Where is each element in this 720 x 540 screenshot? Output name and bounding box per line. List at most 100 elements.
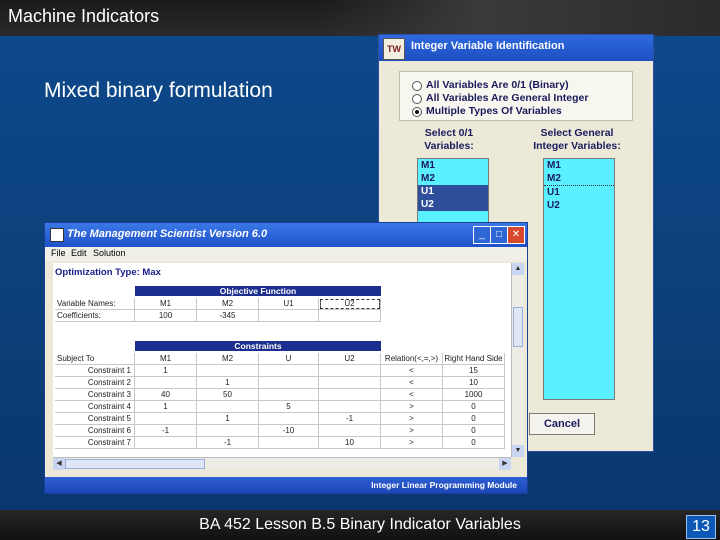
cell-m2[interactable]: -1 [197,437,259,449]
cell-relation[interactable]: > [381,401,443,413]
cell-m1[interactable] [135,377,197,389]
slide-title: Machine Indicators [8,6,160,26]
coefficient-cell[interactable] [259,310,319,322]
cell-m1[interactable] [135,437,197,449]
cell-relation[interactable]: < [381,377,443,389]
cell-m1[interactable]: 1 [135,401,197,413]
list-item[interactable]: M1 [418,159,488,172]
coefficient-cell[interactable]: 100 [135,310,197,322]
constraint-name: Constraint 6 [55,425,135,437]
cell-u2[interactable] [319,401,381,413]
cell-m2[interactable]: 1 [197,413,259,425]
cell-relation[interactable]: < [381,365,443,377]
cancel-button[interactable]: Cancel [529,413,595,435]
cell-rhs[interactable]: 0 [443,413,505,425]
column-header: U2 [319,353,381,365]
cell-m2[interactable] [197,365,259,377]
scroll-right-icon[interactable]: ▶ [499,458,511,470]
cell-u2[interactable] [319,425,381,437]
var-name-cell[interactable]: U1 [259,298,319,310]
cell-rhs[interactable]: 1000 [443,389,505,401]
cell-m1[interactable]: -1 [135,425,197,437]
list-item-selected[interactable]: U1 [418,185,488,198]
footer-text: BA 452 Lesson B.5 Binary Indicator Varia… [199,516,521,533]
horizontal-scrollbar[interactable]: ◀ ▶ [53,457,511,470]
cell-m2[interactable] [197,401,259,413]
cell-rhs[interactable]: 0 [443,437,505,449]
variable-type-group: All Variables Are 0/1 (Binary) All Varia… [399,71,633,121]
cell-relation[interactable]: > [381,413,443,425]
maximize-button[interactable]: □ [490,226,508,244]
management-scientist-window: The Management Scientist Version 6.0 _ □… [44,222,528,494]
column-header: Subject To [55,353,135,365]
general-variable-list[interactable]: M1 M2 U1 U2 [543,158,615,400]
radio-button-icon [412,94,422,104]
cell-m1[interactable] [135,413,197,425]
cell-u[interactable] [259,437,319,449]
general-list-header: Select General Integer Variables: [527,127,627,153]
minimize-button[interactable]: _ [473,226,491,244]
scroll-down-icon[interactable]: ▼ [512,445,524,457]
scroll-left-icon[interactable]: ◀ [53,458,65,470]
general-header-line1: Select General [540,127,614,139]
constraint-name: Constraint 1 [55,365,135,377]
cell-relation[interactable]: > [381,437,443,449]
constraint-name: Constraint 3 [55,389,135,401]
cell-rhs[interactable]: 0 [443,401,505,413]
cell-m1[interactable]: 40 [135,389,197,401]
var-name-cell[interactable]: M2 [197,298,259,310]
slide-subtitle: Mixed binary formulation [44,79,273,102]
cell-relation[interactable]: < [381,389,443,401]
cell-u2[interactable] [319,377,381,389]
var-name-cell[interactable]: U2 [319,298,381,310]
app-icon [50,228,64,242]
cell-u[interactable] [259,389,319,401]
cell-m2[interactable]: 50 [197,389,259,401]
menu-file[interactable]: File [51,248,66,258]
cell-u[interactable]: -10 [259,425,319,437]
scroll-thumb[interactable] [513,307,523,347]
cell-u2[interactable] [319,389,381,401]
menu-bar: File Edit Solution [45,247,527,261]
dialog-title: Integer Variable Identification [411,40,565,52]
coefficient-cell[interactable]: -345 [197,310,259,322]
cell-u[interactable]: 5 [259,401,319,413]
radio-label: Multiple Types Of Variables [426,105,562,117]
cell-u2[interactable]: -1 [319,413,381,425]
close-button[interactable]: ✕ [507,226,525,244]
cell-relation[interactable]: > [381,425,443,437]
general-header-line2: Integer Variables: [533,140,621,152]
cell-m2[interactable] [197,425,259,437]
coefficient-cell[interactable] [319,310,381,322]
menu-edit[interactable]: Edit [71,248,87,258]
cell-rhs[interactable]: 15 [443,365,505,377]
cell-m2[interactable]: 1 [197,377,259,389]
constraint-name: Constraint 7 [55,437,135,449]
list-item-selected[interactable]: U2 [418,198,488,211]
cell-u[interactable] [259,365,319,377]
radio-label: All Variables Are General Integer [426,92,589,104]
status-text: Integer Linear Programming Module [371,480,517,490]
list-item[interactable]: M1 [544,159,614,172]
cell-u[interactable] [259,413,319,425]
column-header: M2 [197,353,259,365]
var-name-cell[interactable]: M1 [135,298,197,310]
status-bar: Integer Linear Programming Module [45,477,527,493]
cell-u[interactable] [259,377,319,389]
cell-u2[interactable]: 10 [319,437,381,449]
binary-header-line2: Variables: [424,140,474,152]
binary-header-line1: Select 0/1 [424,127,474,139]
vertical-scrollbar[interactable]: ▲ ▼ [511,263,524,457]
list-item[interactable]: U2 [544,199,614,212]
menu-solution[interactable]: Solution [93,248,126,258]
list-item[interactable]: M2 [544,172,614,186]
scroll-thumb[interactable] [65,459,205,469]
cell-rhs[interactable]: 0 [443,425,505,437]
cell-u2[interactable] [319,365,381,377]
objective-function-header: Objective Function [135,286,381,296]
list-item[interactable]: M2 [418,172,488,185]
cell-m1[interactable]: 1 [135,365,197,377]
scroll-up-icon[interactable]: ▲ [512,263,524,275]
list-item[interactable]: U1 [544,186,614,199]
cell-rhs[interactable]: 10 [443,377,505,389]
